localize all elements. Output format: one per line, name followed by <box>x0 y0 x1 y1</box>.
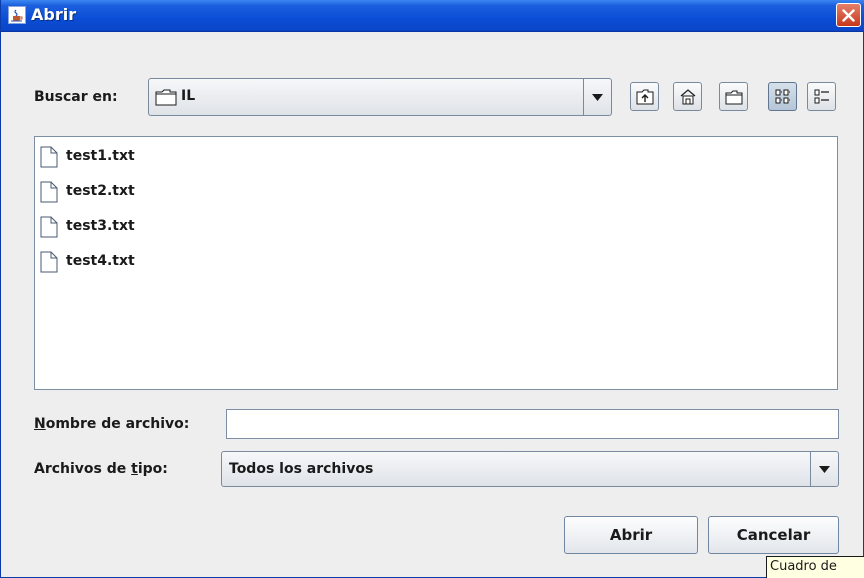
file-icon <box>40 216 58 238</box>
look-in-label: Buscar en: <box>34 89 118 105</box>
home-icon <box>680 89 696 105</box>
file-name: test4.txt <box>66 253 135 269</box>
java-cup-icon <box>8 6 26 24</box>
folder-icon <box>155 89 177 106</box>
filetype-value: Todos los archivos <box>229 461 374 477</box>
close-button[interactable] <box>836 3 861 27</box>
look-in-dropdown-arrow[interactable] <box>583 79 611 115</box>
list-view-icon <box>775 89 790 104</box>
filetype-label-mnemonic: t <box>131 461 138 477</box>
details-view-icon <box>814 89 829 104</box>
chevron-down-icon <box>819 466 830 473</box>
file-name: test2.txt <box>66 183 135 199</box>
look-in-value: IL <box>181 88 196 104</box>
look-in-combo[interactable]: IL <box>148 78 612 116</box>
title-bar[interactable]: Abrir <box>1 0 864 32</box>
close-icon <box>842 9 855 22</box>
file-icon <box>40 146 58 168</box>
home-button[interactable] <box>673 82 702 111</box>
list-view-button[interactable] <box>768 82 797 111</box>
filetype-label-post: ipo: <box>137 461 168 477</box>
tooltip: Cuadro de <box>766 556 864 578</box>
new-folder-icon <box>725 90 743 105</box>
open-button[interactable]: Abrir <box>564 516 698 554</box>
filename-label-mnemonic: N <box>34 416 46 432</box>
file-list[interactable]: test1.txt test2.txt test3.txt test4.txt <box>34 136 838 390</box>
window-title: Abrir <box>31 5 77 24</box>
file-icon <box>40 181 58 203</box>
filetype-label-pre: Archivos de <box>34 461 132 477</box>
filetype-dropdown-arrow[interactable] <box>810 452 838 486</box>
file-icon <box>40 251 58 273</box>
filetype-label: Archivos de tipo: <box>34 461 168 477</box>
new-folder-button[interactable] <box>719 82 748 111</box>
file-name: test3.txt <box>66 218 135 234</box>
file-name: test1.txt <box>66 148 135 164</box>
up-folder-button[interactable] <box>630 82 659 111</box>
details-view-button[interactable] <box>807 82 836 111</box>
up-folder-icon <box>636 89 654 105</box>
filetype-combo[interactable]: Todos los archivos <box>221 451 839 487</box>
filename-label-post: ombre de archivo: <box>45 416 190 432</box>
cancel-button[interactable]: Cancelar <box>708 516 839 554</box>
filename-label: Nombre de archivo: <box>34 416 189 432</box>
filename-input[interactable] <box>226 409 839 439</box>
chevron-down-icon <box>592 94 603 101</box>
open-dialog: Abrir Buscar en: IL test1.txt test2.txt … <box>0 0 864 578</box>
